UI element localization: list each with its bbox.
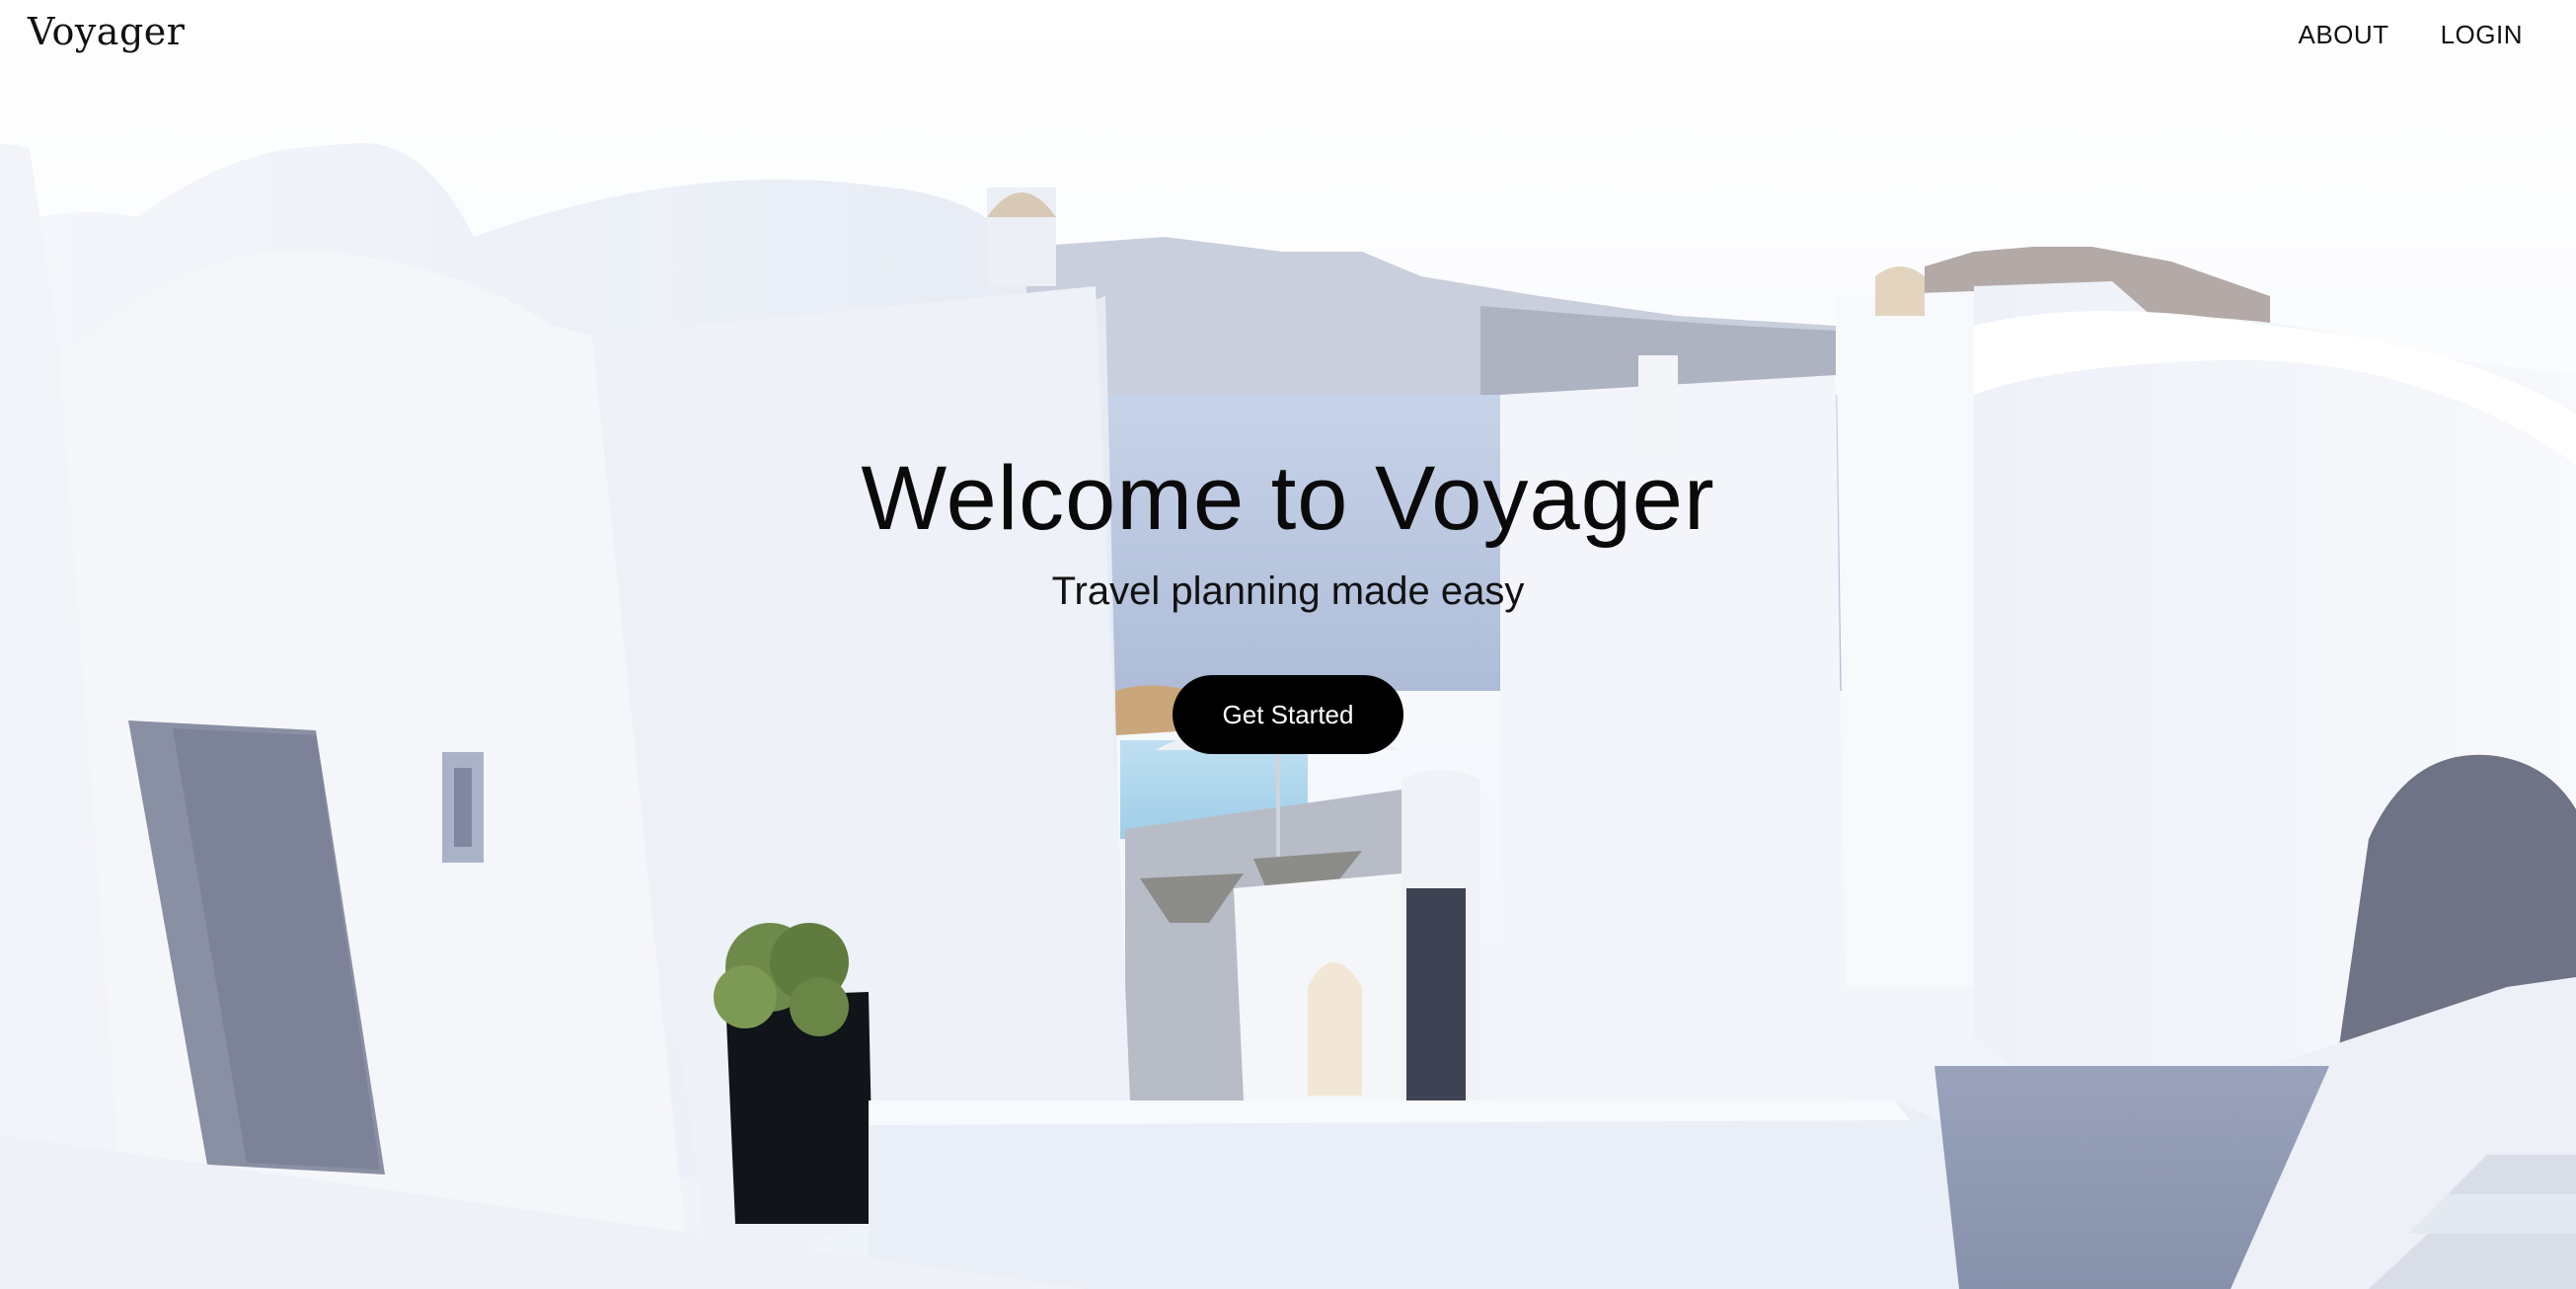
top-navbar: Voyager ABOUT LOGIN [0,0,2576,71]
nav-links: ABOUT LOGIN [2299,20,2524,50]
nav-link-login[interactable]: LOGIN [2441,20,2523,50]
hero-title: Welcome to Voyager [861,448,1715,549]
nav-link-about[interactable]: ABOUT [2299,20,2389,50]
landing-page: Voyager ABOUT LOGIN Welcome to Voyager T… [0,0,2576,1289]
get-started-button[interactable]: Get Started [1173,675,1403,754]
brand-logo[interactable]: Voyager [28,10,185,53]
hero-subtitle: Travel planning made easy [1051,569,1525,613]
hero-section: Welcome to Voyager Travel planning made … [0,444,2576,754]
